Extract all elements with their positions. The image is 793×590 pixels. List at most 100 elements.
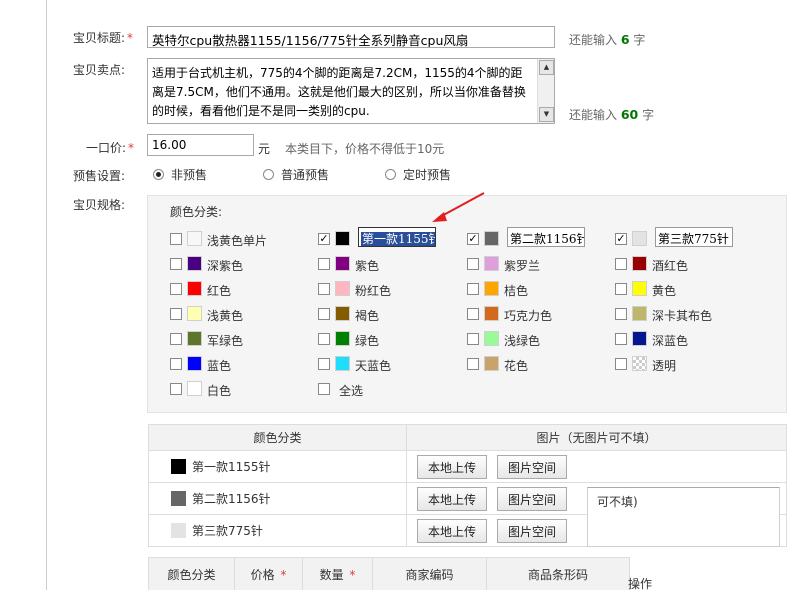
color-alias-input[interactable]: 第一款1155针 xyxy=(358,227,436,247)
color-name: 酒红色 xyxy=(652,259,689,273)
color-option[interactable]: 粉红色 xyxy=(318,280,458,298)
image-space-button[interactable]: 图片空间 xyxy=(497,486,568,511)
sku-table: 颜色分类 价格 * 数量 * 商家编码 商品条形码 xyxy=(148,557,630,590)
radio-icon[interactable] xyxy=(263,169,274,180)
color-checkbox[interactable]: ✓ xyxy=(615,233,627,245)
scroll-up-icon[interactable]: ▲ xyxy=(539,60,554,75)
image-space-button[interactable]: 图片空间 xyxy=(497,454,568,479)
color-checkbox[interactable] xyxy=(467,258,479,270)
sku-col-operation: 操作 xyxy=(628,577,653,590)
color-checkbox[interactable]: ✓ xyxy=(318,233,330,245)
color-swatch xyxy=(187,356,202,371)
color-option[interactable]: 天蓝色 xyxy=(318,355,458,373)
color-option[interactable]: 透明 xyxy=(615,355,755,373)
color-checkbox[interactable] xyxy=(318,308,330,320)
color-option[interactable]: 浅黄色单片 xyxy=(170,230,310,248)
color-option[interactable]: 紫罗兰 xyxy=(467,255,607,273)
sell-textarea[interactable]: 适用于台式机主机，775的4个脚的距离是7.2CM，1155的4个脚的距离是7.… xyxy=(147,58,555,124)
color-option[interactable]: ✓ 第二款1156针 xyxy=(467,227,607,248)
local-upload-button[interactable]: 本地上传 xyxy=(417,518,488,543)
color-checkbox[interactable] xyxy=(170,258,182,270)
scroll-down-icon[interactable]: ▼ xyxy=(539,107,554,122)
sku-col-barcode: 商品条形码 xyxy=(486,557,630,590)
radio-icon[interactable] xyxy=(153,169,164,180)
color-swatch xyxy=(632,256,647,271)
color-name: 白色 xyxy=(207,384,232,398)
presale-option-timed[interactable]: 定时预售 xyxy=(385,166,451,183)
color-option[interactable]: 绿色 xyxy=(318,330,458,348)
sku-col-quantity: 数量 * xyxy=(302,557,373,590)
color-checkbox[interactable] xyxy=(318,358,330,370)
presale-option-normal[interactable]: 普通预售 xyxy=(263,166,329,183)
color-option[interactable]: 黄色 xyxy=(615,280,755,298)
color-alias-input[interactable]: 第三款775针 xyxy=(655,227,733,247)
color-name: 绿色 xyxy=(355,334,380,348)
radio-icon[interactable] xyxy=(385,169,396,180)
ghost-popup-text: 可不填) xyxy=(597,495,638,509)
color-checkbox[interactable] xyxy=(170,283,182,295)
title-input[interactable]: 英特尔cpu散热器1155/1156/775针全系列静音cpu风扇 xyxy=(147,26,555,48)
color-option[interactable]: 深卡其布色 xyxy=(615,305,755,323)
color-checkbox[interactable] xyxy=(615,333,627,345)
color-option[interactable]: 蓝色 xyxy=(170,355,310,373)
color-name: 天蓝色 xyxy=(355,359,392,373)
color-option[interactable]: 浅黄色 xyxy=(170,305,310,323)
sku-col-merchant-code: 商家编码 xyxy=(372,557,487,590)
color-swatch xyxy=(632,331,647,346)
color-checkbox[interactable] xyxy=(170,308,182,320)
color-checkbox[interactable] xyxy=(170,333,182,345)
color-swatch xyxy=(187,231,202,246)
color-checkbox[interactable] xyxy=(615,358,627,370)
color-option[interactable]: ✓ 第一款1155针 xyxy=(318,227,458,248)
color-name: 花色 xyxy=(504,359,529,373)
left-border-line xyxy=(46,0,47,590)
select-all-checkbox[interactable] xyxy=(318,383,330,395)
color-alias-input[interactable]: 第二款1156针 xyxy=(507,227,585,247)
image-space-button[interactable]: 图片空间 xyxy=(497,518,568,543)
sell-scrollbar[interactable]: ▲ ▼ xyxy=(537,59,554,123)
color-swatch xyxy=(484,331,499,346)
color-option[interactable]: 深蓝色 xyxy=(615,330,755,348)
price-input[interactable]: 16.00 xyxy=(147,134,254,156)
color-checkbox[interactable] xyxy=(467,283,479,295)
color-name: 红色 xyxy=(207,284,232,298)
color-checkbox[interactable] xyxy=(318,283,330,295)
color-option[interactable]: 浅绿色 xyxy=(467,330,607,348)
color-name: 巧克力色 xyxy=(504,309,553,323)
color-option[interactable]: 酒红色 xyxy=(615,255,755,273)
col-header-color: 颜色分类 xyxy=(148,424,407,451)
color-checkbox[interactable] xyxy=(170,358,182,370)
local-upload-button[interactable]: 本地上传 xyxy=(417,486,488,511)
color-checkbox[interactable] xyxy=(318,333,330,345)
color-checkbox[interactable] xyxy=(615,308,627,320)
color-checkbox[interactable] xyxy=(318,258,330,270)
color-swatch xyxy=(187,306,202,321)
color-name: 桔色 xyxy=(504,284,529,298)
presale-option-none[interactable]: 非预售 xyxy=(153,166,207,183)
color-checkbox[interactable] xyxy=(615,258,627,270)
local-upload-button[interactable]: 本地上传 xyxy=(417,454,488,479)
select-all-option[interactable]: 全选 xyxy=(318,380,418,398)
color-option[interactable]: ✓ 第三款775针 xyxy=(615,227,755,248)
color-checkbox[interactable] xyxy=(615,283,627,295)
color-option[interactable]: 白色 xyxy=(170,380,310,398)
color-option[interactable]: 褐色 xyxy=(318,305,458,323)
sku-col-color: 颜色分类 xyxy=(148,557,235,590)
color-swatch xyxy=(187,281,202,296)
color-checkbox[interactable] xyxy=(170,233,182,245)
color-checkbox[interactable] xyxy=(467,333,479,345)
color-checkbox[interactable] xyxy=(467,308,479,320)
color-swatch xyxy=(187,331,202,346)
color-checkbox[interactable] xyxy=(467,358,479,370)
color-checkbox[interactable]: ✓ xyxy=(467,233,479,245)
color-option[interactable]: 花色 xyxy=(467,355,607,373)
color-option[interactable]: 红色 xyxy=(170,280,310,298)
color-option[interactable]: 紫色 xyxy=(318,255,458,273)
color-swatch xyxy=(171,491,186,506)
color-option[interactable]: 巧克力色 xyxy=(467,305,607,323)
color-option[interactable]: 军绿色 xyxy=(170,330,310,348)
row-color-name: 第二款1156针 xyxy=(192,492,271,506)
color-option[interactable]: 深紫色 xyxy=(170,255,310,273)
color-option[interactable]: 桔色 xyxy=(467,280,607,298)
color-checkbox[interactable] xyxy=(170,383,182,395)
